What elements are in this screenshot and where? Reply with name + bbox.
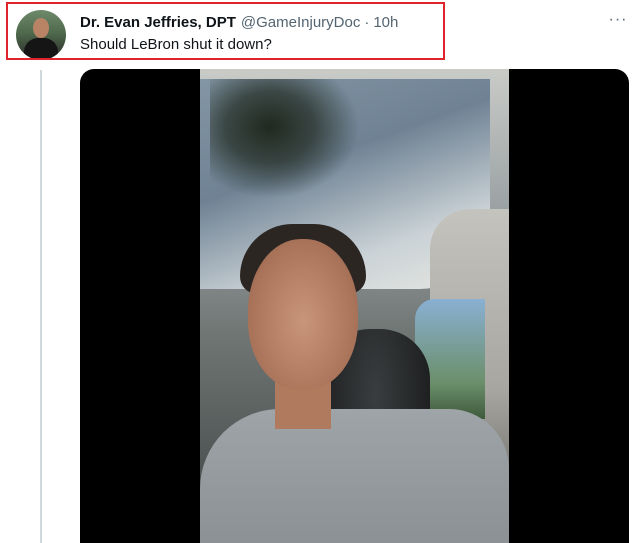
tweet-video[interactable] [80, 69, 629, 543]
more-options-icon[interactable]: ··· [606, 10, 630, 30]
person-shirt [200, 409, 509, 543]
tree-silhouette [210, 79, 360, 199]
highlight-box [6, 2, 445, 60]
thread-line [40, 70, 42, 543]
video-frame [200, 69, 509, 543]
person-face [248, 239, 358, 389]
